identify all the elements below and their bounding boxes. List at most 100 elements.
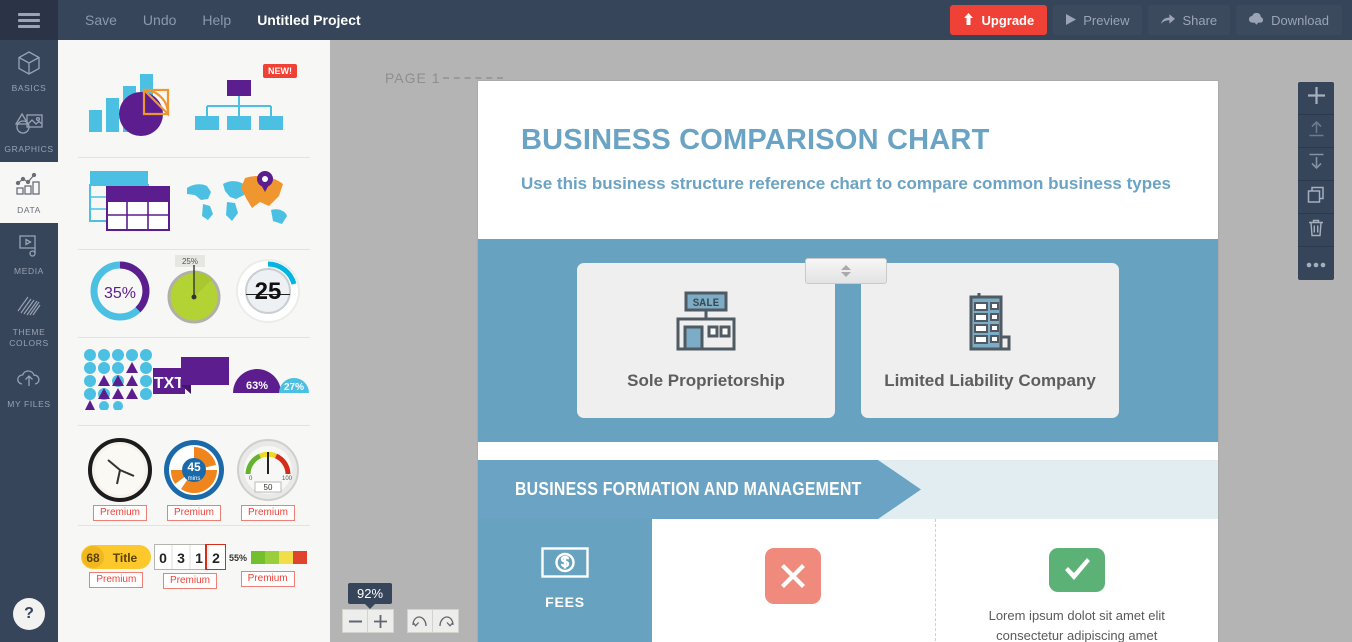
svg-text:mins: mins bbox=[188, 476, 201, 482]
new-badge: NEW! bbox=[263, 64, 297, 78]
comparison-cell-llc[interactable]: Lorem ipsum dolot sit amet elit consecte… bbox=[934, 519, 1218, 642]
thumb-row: NEW! bbox=[78, 58, 310, 158]
canvas-area[interactable]: PAGE 1 BUSINESS COMPARISON CHART Use thi… bbox=[330, 40, 1352, 642]
zoom-in-button[interactable] bbox=[368, 609, 394, 633]
comparison-cell-sole-proprietorship[interactable] bbox=[652, 519, 935, 642]
svg-text:0: 0 bbox=[159, 550, 167, 566]
undo-arrow-icon bbox=[412, 615, 427, 627]
premium-tag: Premium bbox=[162, 572, 217, 589]
donut-chart-thumb[interactable]: 35% bbox=[87, 258, 153, 329]
project-title[interactable]: Untitled Project bbox=[244, 12, 373, 28]
premium-tag: Premium bbox=[240, 505, 296, 521]
duplicate-page-button[interactable] bbox=[1298, 181, 1334, 214]
counter-title-thumb[interactable]: 68 Title Premium bbox=[81, 544, 152, 588]
undo-button-canvas[interactable] bbox=[407, 609, 433, 633]
topbar-actions: Upgrade Preview Share Download bbox=[950, 5, 1342, 35]
sidebar-item-my-files[interactable]: MY FILES bbox=[0, 356, 58, 417]
page-label-dash bbox=[442, 77, 503, 79]
half-donut-thumb[interactable]: 63% 27% bbox=[231, 359, 309, 404]
history-buttons bbox=[407, 609, 459, 633]
copy-icon bbox=[1307, 186, 1325, 209]
section-banner[interactable]: BUSINESS FORMATION AND MANAGEMENT bbox=[478, 460, 1218, 519]
svg-text:50: 50 bbox=[264, 483, 273, 492]
odometer-thumb[interactable]: 0 3 1 2 Premium bbox=[152, 542, 227, 589]
svg-text:35%: 35% bbox=[104, 285, 136, 302]
more-options-button[interactable] bbox=[1298, 247, 1334, 280]
business-card-llc[interactable]: Limited Liability Company bbox=[861, 263, 1119, 418]
save-button[interactable]: Save bbox=[72, 0, 130, 40]
thumb-row bbox=[78, 158, 310, 250]
redo-arrow-icon bbox=[438, 615, 454, 627]
move-up-button[interactable] bbox=[1298, 115, 1334, 148]
add-page-button[interactable] bbox=[1298, 82, 1334, 115]
progress-bar-thumb[interactable]: 55% Premium bbox=[229, 546, 307, 587]
hatch-icon bbox=[0, 293, 58, 323]
svg-text:63%: 63% bbox=[246, 380, 268, 392]
bar-pie-chart-thumb[interactable] bbox=[89, 72, 181, 143]
data-widgets-panel[interactable]: NEW! 35% 25% 25 TXT 63% 27% Premium 45 m… bbox=[58, 40, 330, 642]
section-banner-arrow: BUSINESS FORMATION AND MANAGEMENT bbox=[478, 460, 921, 519]
undo-button[interactable]: Undo bbox=[130, 0, 189, 40]
svg-text:27%: 27% bbox=[284, 382, 304, 393]
speedometer-thumb[interactable]: 0 100 50 Premium bbox=[236, 438, 300, 521]
liquid-gauge-thumb[interactable]: 25 bbox=[235, 258, 301, 329]
canvas-controls: 92% bbox=[342, 583, 459, 633]
upgrade-button[interactable]: Upgrade bbox=[950, 5, 1048, 35]
org-chart-thumb[interactable]: NEW! bbox=[193, 64, 297, 143]
share-arrow-icon bbox=[1161, 13, 1176, 27]
timer-45-thumb[interactable]: 45 mins Premium bbox=[162, 438, 226, 521]
dollar-bill-icon bbox=[541, 547, 589, 583]
comparison-cell-llc-text: Lorem ipsum dolot sit amet elit consecte… bbox=[988, 608, 1165, 642]
office-building-icon bbox=[961, 289, 1019, 360]
share-button[interactable]: Share bbox=[1148, 5, 1231, 35]
world-map-thumb[interactable] bbox=[183, 170, 293, 237]
plus-icon bbox=[374, 614, 387, 628]
sidebar-item-basics-label: BASICS bbox=[11, 83, 47, 93]
cube-icon bbox=[0, 49, 58, 79]
doc-title[interactable]: BUSINESS COMPARISON CHART bbox=[521, 123, 1175, 157]
thumb-row: 68 Title Premium 0 3 1 2 Premium 55% Pre… bbox=[78, 533, 310, 589]
hamburger-icon bbox=[18, 10, 40, 31]
sidebar-item-data[interactable]: DATA bbox=[0, 162, 58, 223]
svg-text:SALE: SALE bbox=[693, 298, 720, 310]
image-shapes-icon bbox=[0, 110, 58, 140]
svg-text:3: 3 bbox=[177, 550, 185, 566]
share-label: Share bbox=[1182, 12, 1218, 28]
pictogram-thumb[interactable] bbox=[83, 348, 153, 415]
premium-tag: Premium bbox=[89, 571, 144, 588]
row-label-fees-text: FEES bbox=[545, 594, 585, 610]
clock-thumb[interactable]: Premium bbox=[88, 438, 152, 521]
sidebar-item-theme-colors[interactable]: THEME COLORS bbox=[0, 284, 58, 356]
sidebar-item-media[interactable]: MEDIA bbox=[0, 223, 58, 284]
comparison-table-row: FEES Lorem ipsum dolot sit amet elit con… bbox=[478, 519, 1218, 642]
text-box-thumb[interactable]: TXT bbox=[153, 354, 231, 409]
thumb-row: TXT 63% 27% bbox=[78, 338, 310, 426]
delete-page-button[interactable] bbox=[1298, 214, 1334, 247]
table-thumb[interactable] bbox=[89, 170, 171, 237]
infographic-document[interactable]: BUSINESS COMPARISON CHART Use this busin… bbox=[478, 81, 1218, 642]
premium-tag: Premium bbox=[92, 505, 148, 521]
doc-subtitle[interactable]: Use this business structure reference ch… bbox=[521, 170, 1175, 197]
hamburger-menu-button[interactable] bbox=[0, 0, 58, 40]
move-down-button[interactable] bbox=[1298, 148, 1334, 181]
svg-text:2: 2 bbox=[212, 550, 220, 566]
sidebar-item-basics[interactable]: BASICS bbox=[0, 40, 58, 101]
help-menu-button[interactable]: Help bbox=[189, 0, 244, 40]
row-label-fees: FEES bbox=[478, 519, 652, 642]
preview-button[interactable]: Preview bbox=[1053, 5, 1143, 35]
redo-button-canvas[interactable] bbox=[433, 609, 459, 633]
svg-text:45: 45 bbox=[187, 460, 201, 474]
page-label-text: PAGE 1 bbox=[385, 70, 441, 86]
sidebar-item-my-files-label: MY FILES bbox=[7, 399, 51, 409]
sidebar-item-graphics[interactable]: GRAPHICS bbox=[0, 101, 58, 162]
pie-gauge-thumb[interactable]: 25% bbox=[161, 255, 227, 332]
section-resize-handle[interactable] bbox=[805, 258, 887, 284]
download-button[interactable]: Download bbox=[1236, 5, 1342, 35]
plus-icon bbox=[1307, 87, 1325, 109]
business-card-sole-proprietorship[interactable]: SALE Sole Proprietorship bbox=[577, 263, 835, 418]
upgrade-label: Upgrade bbox=[981, 12, 1035, 28]
up-arrow-icon bbox=[963, 13, 974, 27]
help-fab-button[interactable]: ? bbox=[13, 598, 45, 630]
arrow-up-bar-icon bbox=[1308, 120, 1325, 142]
zoom-out-button[interactable] bbox=[342, 609, 368, 633]
